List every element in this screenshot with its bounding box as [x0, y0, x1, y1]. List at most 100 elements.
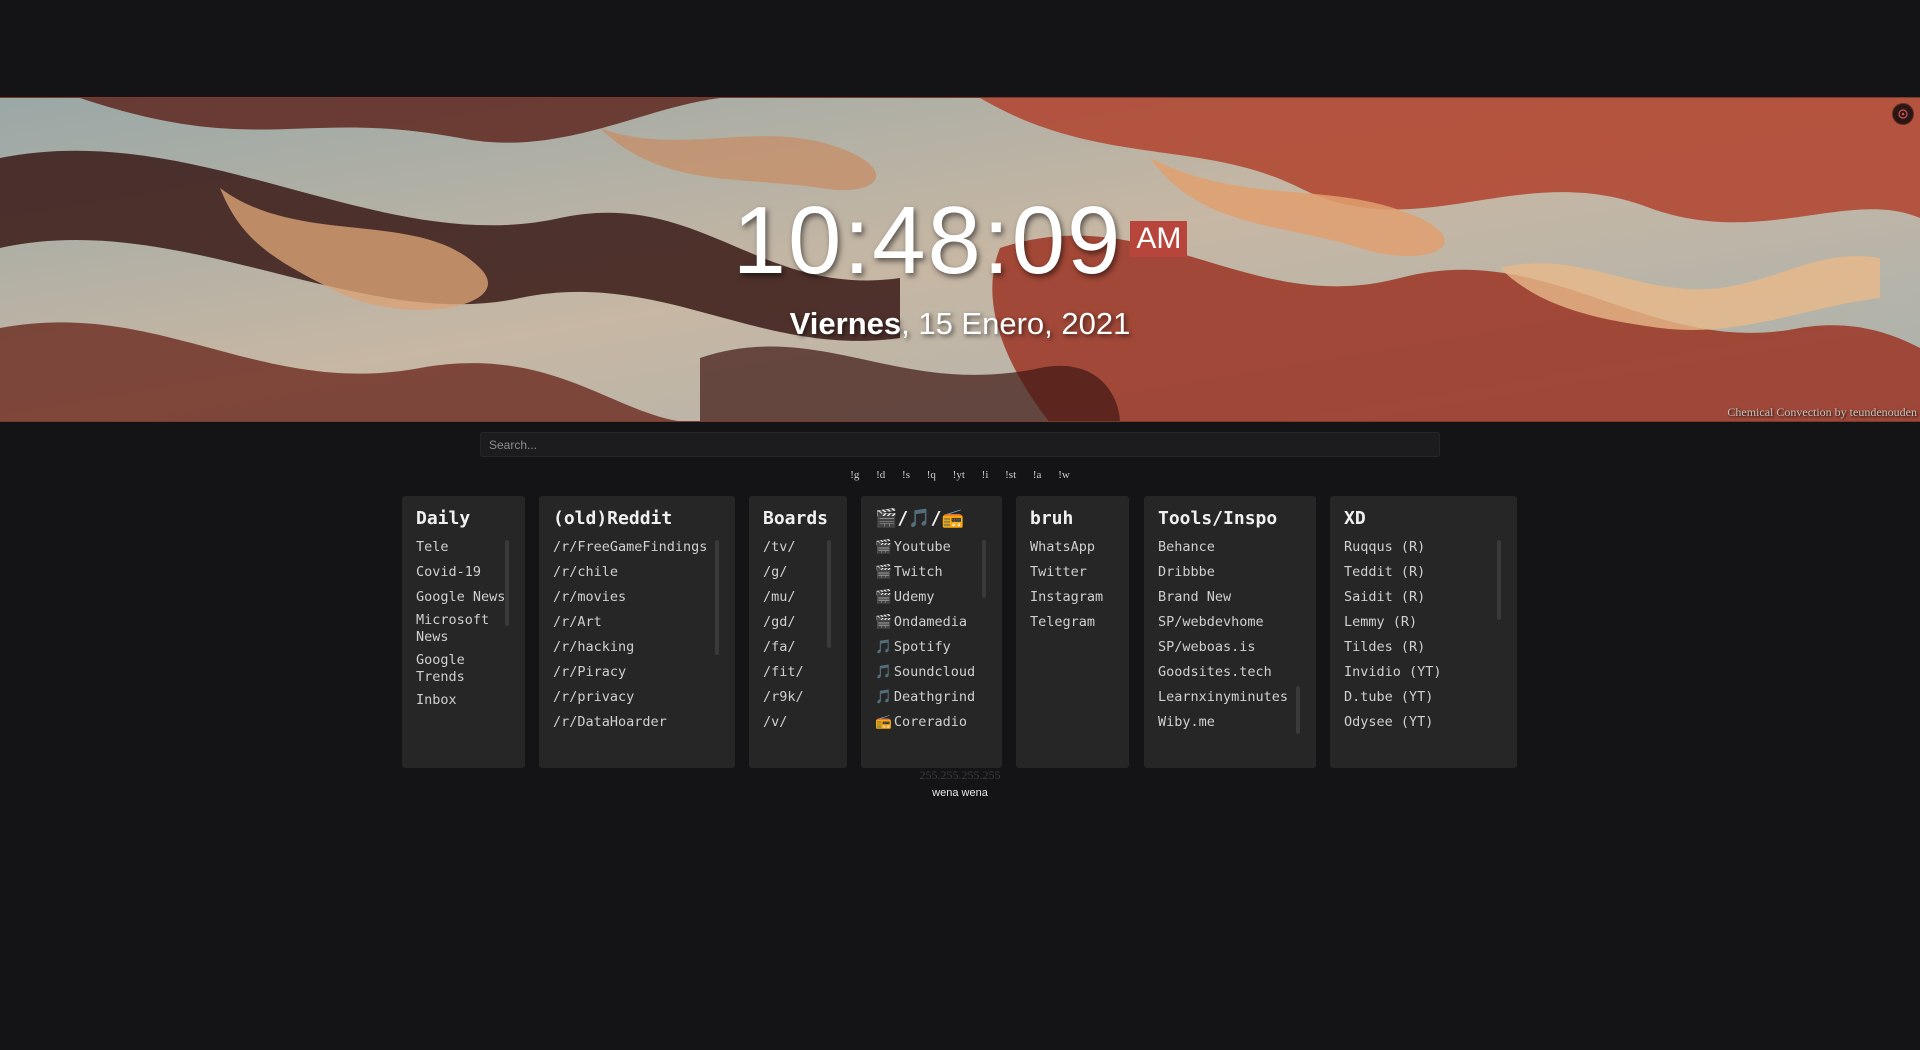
link-item[interactable]: /tv/ — [763, 539, 847, 556]
clock-time: 10:48:09 — [732, 187, 1123, 294]
bang-stackoverflow[interactable]: !st — [1005, 469, 1016, 481]
card-daily: Daily Tele Covid-19 Google News Microsof… — [402, 496, 525, 768]
card-xd: XD Ruqqus (R) Teddit (R) Saidit (R) Lemm… — [1330, 496, 1517, 768]
date-weekday: Viernes — [789, 306, 902, 341]
card-scrollbar[interactable] — [1497, 540, 1501, 620]
film-icon: 🎬 — [875, 589, 892, 605]
settings-icon[interactable] — [1892, 103, 1914, 125]
bang-qwant[interactable]: !q — [927, 469, 936, 481]
clock: 10:48:09 AM — [0, 193, 1920, 289]
link-item[interactable]: /r/Art — [553, 614, 735, 631]
link-label: Soundcloud — [893, 664, 976, 680]
link-label: Udemy — [893, 589, 935, 605]
link-item[interactable]: /fa/ — [763, 639, 847, 656]
card-title: bruh — [1030, 508, 1074, 529]
link-item[interactable]: Tildes (R) — [1344, 639, 1517, 656]
card-scrollbar[interactable] — [827, 540, 831, 648]
link-item[interactable]: /r/DataHoarder — [553, 714, 735, 731]
link-item[interactable]: 🎵 Soundcloud — [875, 664, 1002, 681]
link-item[interactable]: Saidit (R) — [1344, 589, 1517, 606]
link-item[interactable]: /r/movies — [553, 589, 735, 606]
link-item[interactable]: /r/FreeGameFindings — [553, 539, 735, 556]
link-item[interactable]: /mu/ — [763, 589, 847, 606]
card-scrollbar[interactable] — [982, 540, 986, 598]
link-item[interactable]: /r/Piracy — [553, 664, 735, 681]
link-item[interactable]: /gd/ — [763, 614, 847, 631]
link-item[interactable]: /r/hacking — [553, 639, 735, 656]
link-item[interactable]: WhatsApp — [1030, 539, 1129, 556]
film-icon: 🎬 — [875, 564, 892, 580]
link-item[interactable]: SP/weboas.is — [1158, 639, 1316, 656]
music-note-icon: 🎵 — [875, 639, 892, 655]
footer-text: wena wena — [932, 787, 988, 799]
card-title: Boards — [763, 508, 829, 529]
ip-address: 255.255.255.255 — [919, 768, 1001, 782]
clock-ampm-badge: AM — [1130, 221, 1188, 257]
link-label: Youtube — [893, 539, 951, 555]
link-item[interactable]: Google News — [416, 589, 506, 606]
link-item[interactable]: /v/ — [763, 714, 847, 731]
music-note-icon: 🎵 — [875, 664, 892, 680]
bang-startpage[interactable]: !s — [902, 469, 910, 481]
date-display: Viernes, 15 Enero, 2021 — [0, 306, 1920, 342]
link-item[interactable]: Twitter — [1030, 564, 1129, 581]
link-item[interactable]: /r/privacy — [553, 689, 735, 706]
link-item[interactable]: Behance — [1158, 539, 1316, 556]
link-item[interactable]: Brand New — [1158, 589, 1316, 606]
card-title: 🎬/🎵/📻 — [875, 508, 964, 529]
link-item[interactable]: Invidio (YT) — [1344, 664, 1517, 681]
link-label: Spotify — [893, 639, 951, 655]
link-label: Twitch — [893, 564, 943, 580]
bang-duckduckgo[interactable]: !d — [876, 469, 885, 481]
card-tools-inspo: Tools/Inspo Behance Dribbbe Brand New SP… — [1144, 496, 1316, 768]
card-scrollbar[interactable] — [715, 540, 719, 655]
link-item[interactable]: Telegram — [1030, 614, 1129, 631]
link-item[interactable]: Learnxinyminutes — [1158, 689, 1316, 706]
radio-icon: 📻 — [875, 714, 892, 730]
bang-youtube[interactable]: !yt — [953, 469, 965, 481]
link-item[interactable]: 🎵 Deathgrind — [875, 689, 1002, 706]
link-item[interactable]: /g/ — [763, 564, 847, 581]
link-item[interactable]: Goodsites.tech — [1158, 664, 1316, 681]
link-item[interactable]: SP/webdevhome — [1158, 614, 1316, 631]
card-scrollbar[interactable] — [1296, 686, 1300, 734]
link-item[interactable]: D.tube (YT) — [1344, 689, 1517, 706]
link-item[interactable]: 🎵 Spotify — [875, 639, 1002, 656]
link-item[interactable]: 🎬 Ondamedia — [875, 614, 1002, 631]
link-item[interactable]: Ruqqus (R) — [1344, 539, 1517, 556]
card-media: 🎬/🎵/📻 🎬 Youtube 🎬 Twitch 🎬 Udemy 🎬 Ondamedia… — [861, 496, 1002, 768]
music-note-icon: 🎵 — [875, 689, 892, 705]
date-rest: , 15 Enero, 2021 — [901, 306, 1131, 341]
card-bruh: bruh WhatsApp Twitter Instagram Telegram — [1016, 496, 1129, 768]
bang-amazon[interactable]: !a — [1033, 469, 1042, 481]
search-input[interactable] — [480, 432, 1440, 457]
link-label: Coreradio — [893, 714, 967, 730]
link-item[interactable]: /fit/ — [763, 664, 847, 681]
card-title: Tools/Inspo — [1158, 508, 1278, 529]
film-icon: 🎬 — [875, 539, 892, 555]
link-item[interactable]: Teddit (R) — [1344, 564, 1517, 581]
card-title: Daily — [416, 508, 471, 529]
wallpaper-credit[interactable]: Chemical Convection by teundenouden — [1727, 405, 1917, 420]
link-label: Ondamedia — [893, 614, 967, 630]
link-item[interactable]: Google Trends — [416, 652, 506, 686]
card-reddit: (old)Reddit /r/FreeGameFindings /r/chile… — [539, 496, 735, 768]
header-banner: 10:48:09 AM Viernes, 15 Enero, 2021 Chemi… — [0, 97, 1920, 422]
bang-google[interactable]: !g — [850, 469, 859, 481]
link-item[interactable]: Instagram — [1030, 589, 1129, 606]
link-label: Deathgrind — [893, 689, 976, 705]
film-icon: 🎬 — [875, 614, 892, 630]
link-item[interactable]: /r9k/ — [763, 689, 847, 706]
link-item[interactable]: Inbox — [416, 692, 525, 709]
link-item[interactable]: Microsoft News — [416, 612, 506, 646]
link-item[interactable]: Lemmy (R) — [1344, 614, 1517, 631]
card-scrollbar[interactable] — [505, 540, 509, 626]
link-item[interactable]: Wiby.me — [1158, 714, 1316, 731]
link-item[interactable]: 📻 Coreradio — [875, 714, 1002, 731]
link-item[interactable]: /r/chile — [553, 564, 735, 581]
link-item[interactable]: Dribbbe — [1158, 564, 1316, 581]
link-item[interactable]: Odysee (YT) — [1344, 714, 1517, 731]
bang-wikipedia[interactable]: !w — [1058, 469, 1070, 481]
card-title: (old)Reddit — [553, 508, 673, 529]
bang-images[interactable]: !i — [982, 469, 989, 481]
